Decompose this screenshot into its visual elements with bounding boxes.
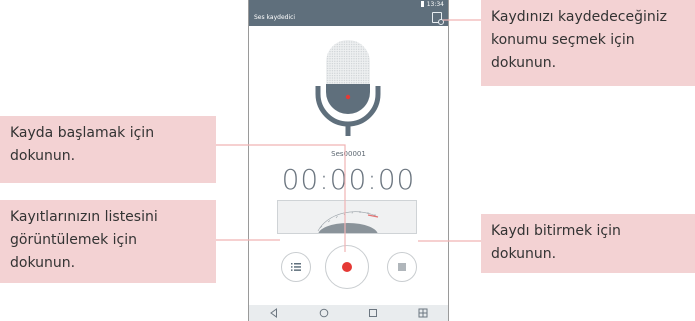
stop-icon — [398, 263, 406, 271]
recents-icon[interactable] — [367, 307, 379, 319]
back-icon[interactable] — [268, 307, 280, 319]
callout-storage-location: Kaydınızı kaydedeceğiniz konumu seçmek i… — [481, 0, 695, 86]
recording-file-name: Ses00001 — [331, 150, 366, 158]
stop-button[interactable] — [387, 252, 417, 282]
list-icon — [291, 263, 301, 271]
battery-icon — [420, 1, 424, 7]
callout-line: dokunun. — [10, 148, 76, 164]
record-button[interactable] — [325, 245, 369, 289]
status-time: 13:34 — [426, 1, 444, 8]
callout-line: Kayıtlarınızın listesini — [10, 209, 158, 225]
vu-meter — [277, 200, 417, 234]
callout-line: konumu seçmek için — [491, 32, 635, 48]
microphone-icon — [315, 40, 381, 136]
callout-line: dokunun. — [491, 246, 557, 262]
callout-line: görüntülemek için — [10, 232, 137, 248]
callout-start-recording: Kayda başlamak için dokunun. — [0, 116, 216, 183]
callout-line: Kaydı bitirmek için — [491, 223, 621, 239]
callout-line: dokunun. — [10, 255, 76, 271]
storage-location-icon[interactable] — [432, 12, 444, 25]
app-title: Ses kaydedici — [254, 14, 296, 21]
dual-window-icon[interactable] — [417, 307, 429, 319]
status-bar: 13:34 — [249, 0, 448, 9]
home-icon[interactable] — [318, 307, 330, 319]
callout-line: Kaydınızı kaydedeceğiniz — [491, 9, 667, 25]
callout-line: Kayda başlamak için — [10, 125, 155, 141]
navigation-bar — [249, 305, 448, 321]
callout-recordings-list: Kayıtlarınızın listesini görüntülemek iç… — [0, 200, 216, 283]
record-icon — [342, 262, 352, 272]
app-bar: Ses kaydedici — [249, 9, 448, 26]
elapsed-timer: 00:00:00 — [281, 163, 416, 196]
callout-line: dokunun. — [491, 55, 557, 71]
callout-stop-recording: Kaydı bitirmek için dokunun. — [481, 214, 695, 273]
phone-screen: 13:34 Ses kaydedici Ses00001 00:00:00 — [248, 0, 449, 321]
recordings-list-button[interactable] — [281, 252, 311, 282]
